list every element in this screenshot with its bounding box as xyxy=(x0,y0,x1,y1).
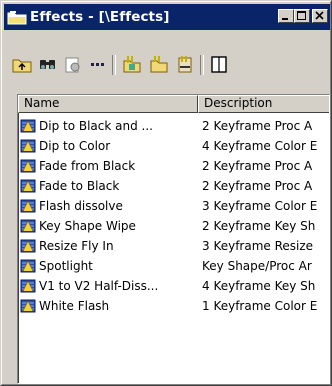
effect-name: Fade to Black xyxy=(39,179,120,193)
maximize-button[interactable] xyxy=(294,9,310,23)
effect-name: Fade from Black xyxy=(39,159,136,173)
list-view-button[interactable] xyxy=(86,52,110,76)
list-rows: Dip to Black and ... 2 Keyframe Proc A Dip… xyxy=(18,116,329,316)
list-item[interactable]: Flash dissolve 3 Keyframe Color E xyxy=(18,196,329,216)
new-bin-button[interactable] xyxy=(120,52,144,76)
effect-icon xyxy=(20,298,36,314)
effect-description: 2 Keyframe Key Sh xyxy=(202,219,316,233)
column-header-description[interactable]: Description xyxy=(198,95,329,113)
list-item[interactable]: Fade from Black 2 Keyframe Proc A xyxy=(18,156,329,176)
effect-name: White Flash xyxy=(39,299,110,313)
maximize-icon xyxy=(297,11,306,20)
effect-icon xyxy=(20,138,36,154)
effect-description: 4 Keyframe Key Sh xyxy=(202,279,316,293)
properties-icon xyxy=(65,57,80,73)
effect-name: Flash dissolve xyxy=(39,199,123,213)
toolbar xyxy=(4,31,330,91)
effect-description: 2 Keyframe Proc A xyxy=(202,159,313,173)
close-button[interactable] xyxy=(312,9,328,23)
delete-bin-icon xyxy=(178,56,192,73)
column-header-name[interactable]: Name xyxy=(18,95,198,113)
effect-description: 2 Keyframe Proc A xyxy=(202,179,313,193)
effects-list[interactable]: Name Description Dip to Black and ... 2 K… xyxy=(17,94,330,384)
effect-description: 3 Keyframe Resize xyxy=(202,239,314,253)
list-item[interactable]: Resize Fly In 3 Keyframe Resize xyxy=(18,236,329,256)
effect-icon xyxy=(20,258,36,274)
title-bar[interactable]: Effects - [\Effects] xyxy=(4,4,330,30)
effect-description: Key Shape/Proc Ar xyxy=(202,259,312,273)
new-bin-icon xyxy=(123,56,141,73)
columns-icon xyxy=(211,56,227,73)
delete-bin-button[interactable] xyxy=(173,52,197,76)
window-title: Effects - [\Effects] xyxy=(30,9,170,25)
effect-name: Spotlight xyxy=(39,259,93,273)
effect-icon xyxy=(20,178,36,194)
list-item[interactable]: Dip to Color 4 Keyframe Color E xyxy=(18,136,329,156)
folder-icon xyxy=(7,11,27,25)
effect-icon xyxy=(20,198,36,214)
list-view-icon xyxy=(91,63,104,66)
up-folder-button[interactable] xyxy=(10,52,34,76)
list-item[interactable]: V1 to V2 Half-Diss... 4 Keyframe Key Sh xyxy=(18,276,329,296)
effect-name: V1 to V2 Half-Diss... xyxy=(39,279,159,293)
find-button[interactable] xyxy=(36,52,60,76)
minimize-icon xyxy=(282,18,288,20)
list-item[interactable]: Dip to Black and ... 2 Keyframe Proc A xyxy=(18,116,329,136)
list-item[interactable]: Spotlight Key Shape/Proc Ar xyxy=(18,256,329,276)
toolbar-separator xyxy=(200,55,204,75)
effect-icon xyxy=(20,118,36,134)
effect-name: Dip to Black and ... xyxy=(39,119,153,133)
effect-icon xyxy=(20,278,36,294)
minimize-button[interactable] xyxy=(278,9,294,23)
effects-window: Effects - [\Effects] Name Description Di… xyxy=(0,0,332,386)
up-folder-icon xyxy=(12,59,32,73)
close-icon xyxy=(315,11,324,20)
effect-name: Resize Fly In xyxy=(39,239,114,253)
new-folder-button[interactable] xyxy=(147,52,171,76)
effect-description: 2 Keyframe Proc A xyxy=(202,119,313,133)
find-icon xyxy=(40,60,55,69)
effect-icon xyxy=(20,158,36,174)
effect-name: Key Shape Wipe xyxy=(39,219,136,233)
effect-description: 3 Keyframe Color E xyxy=(202,199,318,213)
effect-description: 4 Keyframe Color E xyxy=(202,139,318,153)
list-item[interactable]: Key Shape Wipe 2 Keyframe Key Sh xyxy=(18,216,329,236)
list-item[interactable]: White Flash 1 Keyframe Color E xyxy=(18,296,329,316)
columns-button[interactable] xyxy=(207,52,231,76)
new-folder-icon xyxy=(150,56,168,73)
effect-icon xyxy=(20,238,36,254)
effect-description: 1 Keyframe Color E xyxy=(202,299,318,313)
list-header: Name Description xyxy=(18,95,329,113)
properties-button[interactable] xyxy=(61,52,85,76)
toolbar-separator xyxy=(112,55,116,75)
list-item[interactable]: Fade to Black 2 Keyframe Proc A xyxy=(18,176,329,196)
effect-name: Dip to Color xyxy=(39,139,111,153)
effect-icon xyxy=(20,218,36,234)
